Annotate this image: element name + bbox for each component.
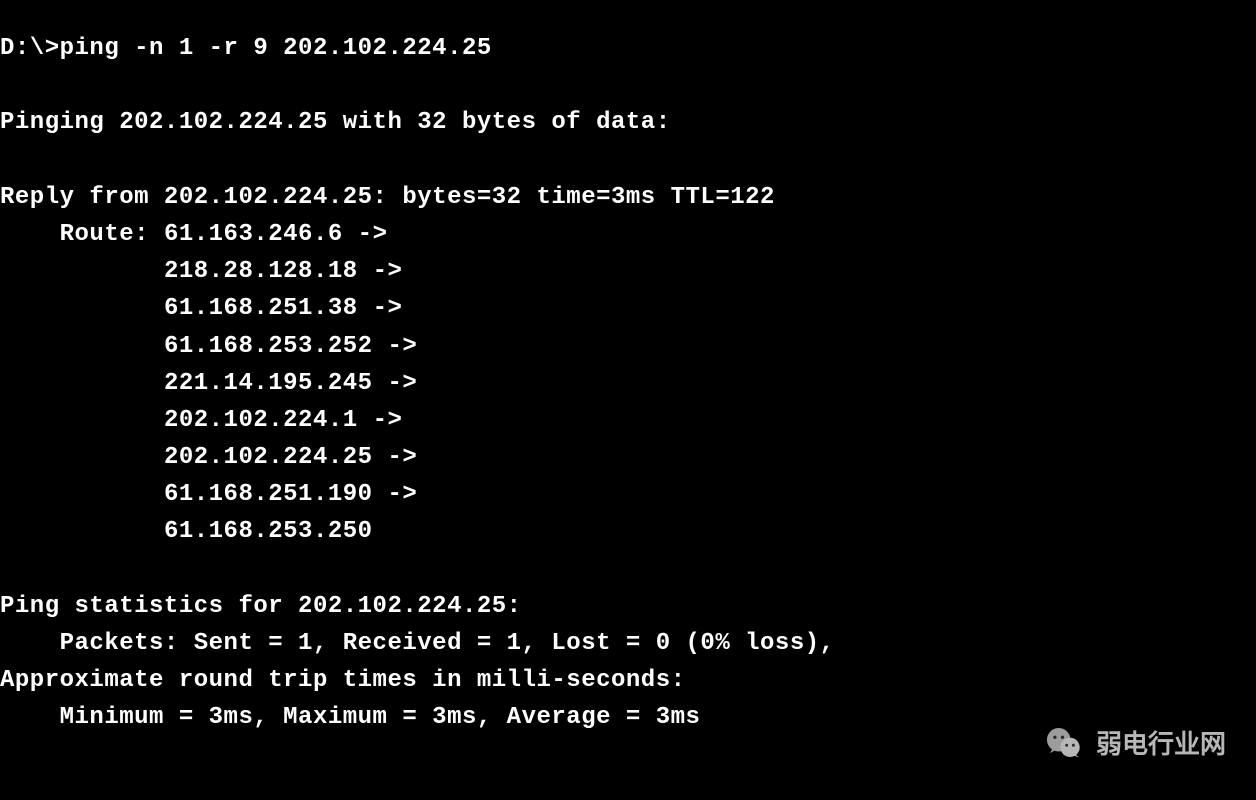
blank-line — [0, 142, 1256, 179]
route-line: 202.102.224.1 -> — [0, 402, 1256, 439]
route-line: 202.102.224.25 -> — [0, 439, 1256, 476]
route-indent — [0, 481, 164, 508]
route-hop: 61.168.251.38 -> — [164, 295, 402, 322]
watermark: 弱电行业网 — [1044, 723, 1226, 765]
watermark-text: 弱电行业网 — [1096, 724, 1226, 764]
route-hop: 61.163.246.6 -> — [164, 221, 388, 248]
prompt: D:\> — [0, 35, 60, 62]
route-hop: 61.168.251.190 -> — [164, 481, 417, 508]
reply-line: Reply from 202.102.224.25: bytes=32 time… — [0, 179, 1256, 216]
packets-line: Packets: Sent = 1, Received = 1, Lost = … — [0, 625, 1256, 662]
route-indent — [0, 295, 164, 322]
route-indent — [0, 518, 164, 545]
route-line: 61.168.253.252 -> — [0, 328, 1256, 365]
wechat-icon — [1044, 723, 1086, 765]
stats-header: Ping statistics for 202.102.224.25: — [0, 588, 1256, 625]
route-hop: 202.102.224.25 -> — [164, 444, 417, 471]
route-hop: 221.14.195.245 -> — [164, 370, 417, 397]
route-hop: 218.28.128.18 -> — [164, 258, 402, 285]
route-line: 61.168.251.190 -> — [0, 476, 1256, 513]
route-line: 218.28.128.18 -> — [0, 253, 1256, 290]
route-line: 221.14.195.245 -> — [0, 365, 1256, 402]
command-line: D:\>ping -n 1 -r 9 202.102.224.25 — [0, 30, 1256, 67]
command-text: ping -n 1 -r 9 202.102.224.25 — [60, 35, 492, 62]
route-indent — [0, 407, 164, 434]
blank-line — [0, 67, 1256, 104]
approx-line: Approximate round trip times in milli-se… — [0, 662, 1256, 699]
route-line: 61.168.253.250 — [0, 513, 1256, 550]
route-hop: 61.168.253.252 -> — [164, 333, 417, 360]
route-hop: 202.102.224.1 -> — [164, 407, 402, 434]
route-label: Route: — [0, 221, 164, 248]
route-line: Route: 61.163.246.6 -> — [0, 216, 1256, 253]
route-hop: 61.168.253.250 — [164, 518, 373, 545]
route-indent — [0, 370, 164, 397]
blank-line — [0, 551, 1256, 588]
route-indent — [0, 258, 164, 285]
pinging-line: Pinging 202.102.224.25 with 32 bytes of … — [0, 104, 1256, 141]
route-indent — [0, 444, 164, 471]
route-indent — [0, 333, 164, 360]
route-line: 61.168.251.38 -> — [0, 290, 1256, 327]
terminal-output[interactable]: D:\>ping -n 1 -r 9 202.102.224.25 Pingin… — [0, 30, 1256, 737]
